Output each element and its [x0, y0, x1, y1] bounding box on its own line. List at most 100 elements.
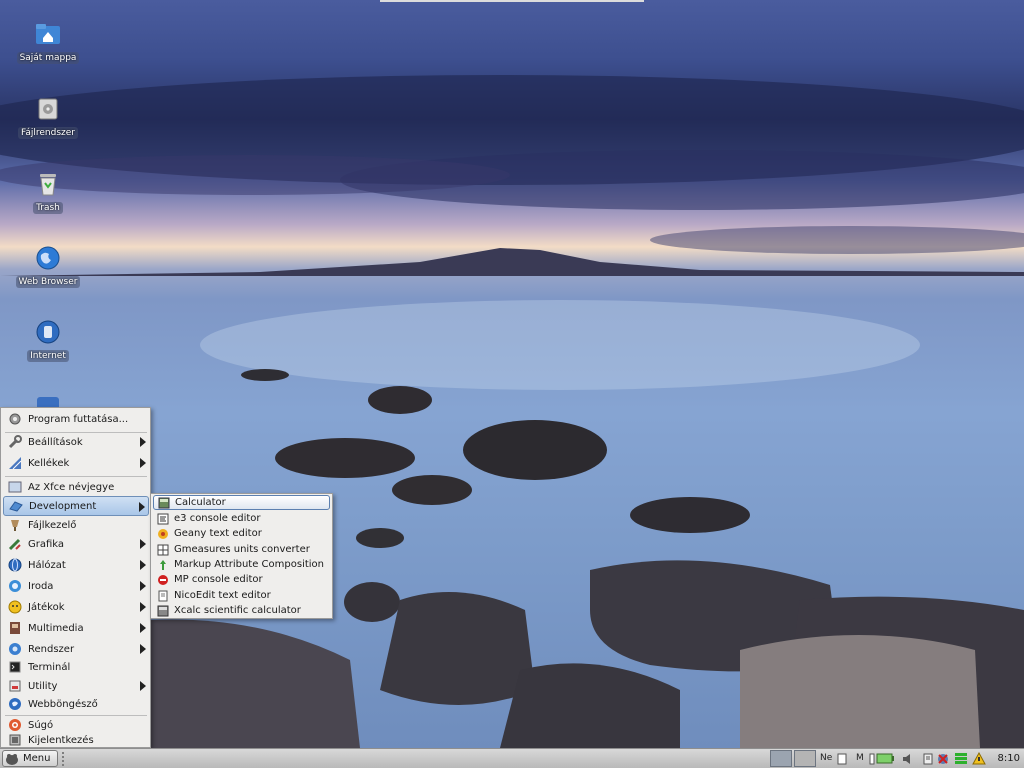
menu-item-label: Az Xfce névjegye	[28, 481, 115, 493]
menu-item-graphics[interactable]: Grafika	[3, 534, 149, 554]
games-icon	[7, 599, 23, 615]
menu-item-web-browser[interactable]: Webböngésző	[3, 694, 149, 714]
menu-item-settings[interactable]: Beállítások	[3, 432, 149, 452]
globe-icon	[34, 244, 62, 272]
submenu-item-label: Xcalc scientific calculator	[174, 605, 301, 616]
submenu-item-gmeasures[interactable]: Gmeasures units converter	[153, 542, 330, 557]
desktop-icon-label: Trash	[33, 202, 63, 214]
menu-item-development[interactable]: Development	[3, 496, 149, 516]
menu-item-run-program[interactable]: Program futtatása...	[3, 409, 149, 429]
bottom-panel: Menu Ne M 8:10	[0, 748, 1024, 768]
memory-monitor-label: M	[856, 753, 864, 763]
logout-icon	[7, 732, 23, 748]
menu-item-logout[interactable]: Kijelentkezés	[3, 730, 149, 750]
top-panel-stub	[380, 0, 644, 2]
clock[interactable]: 8:10	[998, 753, 1020, 764]
multimedia-icon	[7, 620, 23, 636]
menu-item-label: Grafika	[28, 538, 65, 550]
submenu-arrow-icon	[139, 502, 145, 512]
menu-item-terminal[interactable]: Terminál	[3, 657, 149, 677]
office-icon	[7, 578, 23, 594]
menu-item-label: Multimedia	[28, 622, 84, 634]
volume-icon[interactable]	[902, 752, 914, 765]
applications-menu: Program futtatása... Beállítások Kelléke…	[0, 407, 151, 748]
submenu-arrow-icon	[140, 458, 146, 468]
text-editor-icon	[157, 590, 169, 602]
submenu-item-label: MP console editor	[174, 574, 263, 585]
submenu-item-label: NicoEdit text editor	[174, 590, 271, 601]
desktop-icon-home[interactable]: Saját mappa	[13, 20, 83, 64]
submenu-item-e3-editor[interactable]: e3 console editor	[153, 511, 330, 526]
submenu-arrow-icon	[140, 437, 146, 447]
workspace-1[interactable]	[770, 750, 792, 767]
menu-item-utility[interactable]: Utility	[3, 676, 149, 696]
desktop-icon-web-browser[interactable]: Web Browser	[13, 244, 83, 288]
menu-item-about-xfce[interactable]: Az Xfce névjegye	[3, 477, 149, 497]
submenu-item-markup-composition[interactable]: Markup Attribute Composition	[153, 557, 330, 572]
desktop-icon-filesystem[interactable]: Fájlrendszer	[13, 95, 83, 139]
submenu-arrow-icon	[140, 681, 146, 691]
menu-item-label: Hálózat	[28, 559, 66, 571]
submenu-item-mp-editor[interactable]: MP console editor	[153, 572, 330, 587]
battery-icon[interactable]	[876, 752, 894, 765]
desktop-icon-internet[interactable]: Internet	[13, 318, 83, 362]
menu-item-games[interactable]: Játékok	[3, 597, 149, 617]
menu-item-label: Program futtatása...	[28, 413, 129, 425]
menu-item-label: Beállítások	[28, 436, 83, 448]
geany-icon	[157, 528, 169, 540]
submenu-arrow-icon	[140, 644, 146, 654]
markup-icon	[157, 559, 169, 571]
desktop-icon-label: Web Browser	[15, 276, 81, 288]
menu-item-label: Iroda	[28, 580, 54, 592]
menu-item-label: Utility	[28, 680, 58, 692]
monitor-graph-icon	[836, 752, 848, 765]
trash-icon	[34, 170, 62, 198]
menu-item-multimedia[interactable]: Multimedia	[3, 618, 149, 638]
task-list	[62, 752, 762, 766]
wallpaper-scene	[0, 75, 1024, 748]
development-icon	[8, 498, 24, 514]
info-icon	[7, 479, 23, 495]
internet-icon	[34, 318, 62, 346]
menu-item-office[interactable]: Iroda	[3, 576, 149, 596]
submenu-arrow-icon	[140, 602, 146, 612]
wrench-icon	[7, 434, 23, 450]
menu-item-label: Súgó	[28, 719, 54, 731]
menu-item-network[interactable]: Hálózat	[3, 555, 149, 575]
menu-item-label: Fájlkezelő	[28, 519, 77, 531]
submenu-arrow-icon	[140, 539, 146, 549]
accessories-icon	[7, 455, 23, 471]
terminal-icon	[7, 659, 23, 675]
submenu-item-label: Markup Attribute Composition	[174, 559, 324, 570]
submenu-item-nicoedit[interactable]: NicoEdit text editor	[153, 588, 330, 603]
submenu-item-geany[interactable]: Geany text editor	[153, 526, 330, 541]
menu-item-accessories[interactable]: Kellékek	[3, 453, 149, 473]
menu-button[interactable]: Menu	[2, 750, 58, 767]
menu-item-system[interactable]: Rendszer	[3, 639, 149, 659]
clipboard-icon[interactable]	[922, 752, 934, 765]
desktop-icon-label: Fájlrendszer	[18, 127, 78, 139]
web-browser-icon	[7, 696, 23, 712]
submenu-item-label: Calculator	[175, 497, 226, 508]
utility-icon	[7, 678, 23, 694]
stack-icon[interactable]	[954, 752, 968, 765]
menu-item-label: Development	[29, 500, 97, 512]
desktop-icon-trash[interactable]: Trash	[13, 170, 83, 214]
network-disconnected-icon[interactable]	[936, 752, 950, 765]
network-monitor-label: Ne	[820, 753, 833, 763]
menu-item-label: Kellékek	[28, 457, 70, 469]
update-warning-icon[interactable]	[972, 752, 986, 765]
console-editor-icon	[157, 513, 169, 525]
graphics-icon	[7, 536, 23, 552]
system-icon	[7, 641, 23, 657]
network-icon	[7, 557, 23, 573]
submenu-item-calculator[interactable]: Calculator	[153, 495, 330, 510]
desktop-wallpaper: Saját mappa Fájlrendszer Trash Web Brows…	[0, 0, 1024, 748]
submenu-item-label: Gmeasures units converter	[174, 544, 310, 555]
mp-editor-icon	[157, 574, 169, 586]
menu-button-label: Menu	[23, 753, 51, 764]
workspace-2[interactable]	[794, 750, 816, 767]
submenu-item-xcalc[interactable]: Xcalc scientific calculator	[153, 603, 330, 618]
desktop-icon-label: Internet	[27, 350, 69, 362]
menu-item-file-manager[interactable]: Fájlkezelő	[3, 515, 149, 535]
